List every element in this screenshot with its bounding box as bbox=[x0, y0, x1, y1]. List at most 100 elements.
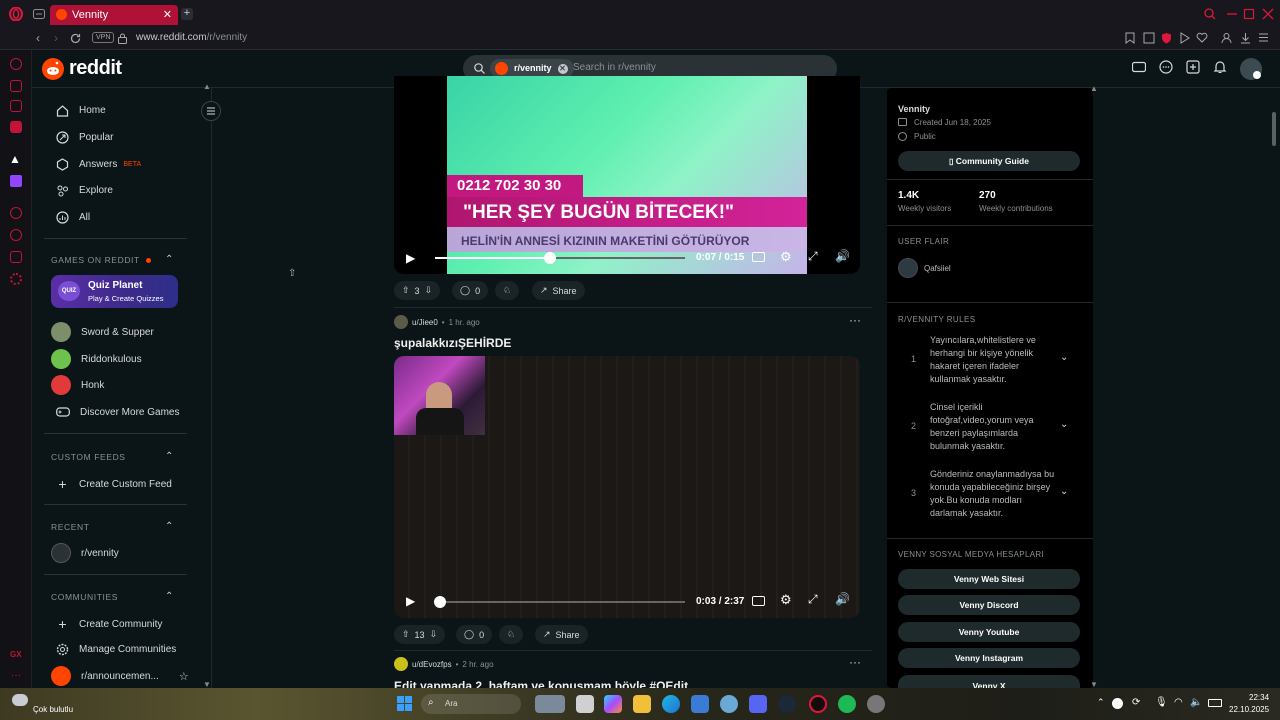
social-link-instagram[interactable]: Venny Instagram bbox=[898, 648, 1080, 668]
volume-icon[interactable]: 🔊 bbox=[835, 592, 850, 606]
more-icon[interactable]: ··· bbox=[11, 670, 21, 681]
post-title[interactable]: şupalakkızıŞEHİRDE bbox=[394, 336, 511, 350]
snapshot-icon[interactable] bbox=[1143, 32, 1155, 44]
other-app-icon[interactable] bbox=[867, 695, 885, 713]
back-icon[interactable]: ‹ bbox=[36, 31, 40, 45]
play-icon[interactable]: ▶ bbox=[406, 251, 415, 265]
chip-clear-icon[interactable]: ✕ bbox=[557, 64, 568, 74]
profile-icon[interactable] bbox=[1221, 32, 1232, 44]
speaker-icon[interactable]: 🔈 bbox=[1190, 697, 1202, 708]
sidebar-item-home[interactable]: Home bbox=[56, 104, 106, 117]
upvote-icon[interactable]: ⇧ bbox=[402, 629, 410, 640]
discord-icon[interactable] bbox=[749, 695, 767, 713]
whatsapp-icon[interactable] bbox=[10, 100, 22, 112]
chevron-down-icon[interactable]: ⌄ bbox=[1060, 352, 1068, 363]
upvote-icon[interactable]: ⇧ bbox=[402, 285, 410, 296]
chevron-up-icon[interactable]: ⌃ bbox=[165, 254, 174, 265]
tray-app-icon[interactable] bbox=[1112, 698, 1123, 709]
widgets-icon[interactable] bbox=[535, 695, 565, 713]
community-announcements[interactable]: r/announcemen... ☆ bbox=[51, 666, 189, 686]
minimize-icon[interactable] bbox=[1226, 8, 1238, 20]
search-tabs-icon[interactable] bbox=[1204, 8, 1216, 20]
downvote-icon[interactable]: ⇩ bbox=[430, 629, 438, 640]
chevron-up-icon[interactable]: ⌃ bbox=[165, 591, 174, 602]
flow-icon[interactable] bbox=[1179, 32, 1190, 44]
social-link-youtube[interactable]: Venny Youtube bbox=[898, 622, 1080, 642]
author-name[interactable]: u/dEvozfps bbox=[412, 660, 452, 669]
gx-icon[interactable]: GX bbox=[10, 650, 22, 659]
settings-icon[interactable] bbox=[10, 273, 22, 285]
post-options-icon[interactable]: ··· bbox=[849, 313, 861, 327]
social-link-x[interactable]: Venny X bbox=[898, 675, 1080, 688]
create-custom-feed[interactable]: + Create Custom Feed bbox=[56, 476, 171, 492]
video-player[interactable]: 0212 702 30 30 "HER ŞEY BUGÜN BİTECEK!" … bbox=[394, 76, 860, 274]
notifications-icon[interactable] bbox=[1213, 60, 1231, 78]
heart-icon[interactable] bbox=[1196, 32, 1208, 43]
aria-icon[interactable] bbox=[10, 58, 22, 70]
shield-icon[interactable] bbox=[1161, 32, 1172, 44]
store-icon[interactable] bbox=[691, 695, 709, 713]
steam-icon[interactable] bbox=[778, 695, 796, 713]
extensions-icon[interactable] bbox=[10, 251, 22, 263]
video-progress-track[interactable] bbox=[434, 596, 685, 608]
quiz-planet-banner[interactable]: QUIZ Quiz Planet Play & Create Quizzes bbox=[51, 275, 178, 308]
history-icon[interactable] bbox=[10, 229, 22, 241]
social-link-website[interactable]: Venny Web Sitesi bbox=[898, 569, 1080, 589]
wifi-icon[interactable]: ◠ bbox=[1174, 697, 1183, 708]
flair-avatar[interactable] bbox=[898, 258, 918, 278]
sidebar-item-answers[interactable]: Answers BETA bbox=[56, 158, 141, 171]
volume-icon[interactable]: 🔊 bbox=[835, 249, 850, 263]
community-guide-button[interactable]: ▯ Community Guide bbox=[898, 151, 1080, 171]
tray-chevron-icon[interactable]: ⌃ bbox=[1097, 697, 1105, 708]
file-explorer-icon[interactable] bbox=[633, 695, 651, 713]
twitch-icon[interactable] bbox=[10, 175, 22, 187]
play-icon[interactable]: ▶ bbox=[406, 594, 415, 608]
windows-start-icon[interactable] bbox=[397, 696, 412, 711]
flair-username[interactable]: Qafsiiel bbox=[924, 264, 951, 273]
tab-island-icon[interactable] bbox=[33, 9, 45, 19]
spotify-icon[interactable] bbox=[838, 695, 856, 713]
chevron-down-icon[interactable]: ⌄ bbox=[1060, 486, 1068, 497]
comments-button[interactable]: ◯ 0 bbox=[452, 281, 489, 300]
tab-close-icon[interactable]: ✕ bbox=[163, 8, 172, 21]
favorite-star-icon[interactable]: ☆ bbox=[179, 670, 189, 683]
video-progress-track[interactable] bbox=[435, 252, 685, 264]
reload-icon[interactable] bbox=[70, 33, 81, 44]
fullscreen-icon[interactable]: ⤢ bbox=[808, 592, 818, 607]
video-progress-knob[interactable] bbox=[544, 252, 556, 264]
edge-icon[interactable] bbox=[662, 695, 680, 713]
award-button[interactable]: ♘ bbox=[495, 281, 520, 300]
maximize-icon[interactable] bbox=[1243, 8, 1255, 20]
recent-header[interactable]: RECENT ⌃ bbox=[51, 521, 173, 532]
battery-icon[interactable] bbox=[1208, 699, 1222, 707]
custom-feeds-header[interactable]: CUSTOM FEEDS ⌃ bbox=[51, 451, 173, 462]
advertise-icon[interactable] bbox=[1131, 60, 1150, 78]
chevron-down-icon[interactable]: ⌄ bbox=[1060, 419, 1068, 430]
award-button[interactable]: ♘ bbox=[499, 625, 524, 644]
opera-logo-icon[interactable] bbox=[9, 7, 23, 21]
author-avatar[interactable] bbox=[394, 315, 408, 329]
microphone-icon[interactable]: 🎙 bbox=[1155, 697, 1168, 708]
social-link-discord[interactable]: Venny Discord bbox=[898, 595, 1080, 615]
clock-time[interactable]: 22:34 bbox=[1249, 693, 1269, 702]
manage-communities[interactable]: Manage Communities bbox=[56, 643, 176, 656]
sidebar-item-popular[interactable]: Popular bbox=[56, 131, 113, 144]
player-icon[interactable] bbox=[10, 207, 22, 219]
create-community[interactable]: + Create Community bbox=[56, 616, 162, 632]
tab-vennity[interactable]: Vennity ✕ bbox=[50, 5, 178, 25]
bookmark-icon[interactable] bbox=[1125, 32, 1135, 44]
captions-icon[interactable] bbox=[752, 252, 765, 262]
chat-icon[interactable] bbox=[1159, 60, 1177, 78]
new-tab-button[interactable]: + bbox=[181, 8, 193, 20]
scroll-up-icon[interactable]: ▲ bbox=[1090, 84, 1098, 93]
games-section-header[interactable]: GAMES ON REDDIT ⌃ bbox=[51, 254, 173, 265]
weather-icon[interactable] bbox=[12, 694, 28, 706]
user-avatar[interactable] bbox=[1240, 58, 1262, 80]
settings-gear-icon[interactable]: ⚙ bbox=[780, 592, 792, 608]
game-riddonkulous[interactable]: Riddonkulous bbox=[51, 349, 142, 369]
comments-button[interactable]: ◯ 0 bbox=[456, 625, 493, 644]
lock-icon[interactable] bbox=[118, 33, 127, 44]
download-icon[interactable] bbox=[1240, 32, 1251, 44]
url-field[interactable]: www.reddit.com/r/vennity bbox=[136, 32, 247, 43]
weather-text[interactable]: Çok bulutlu bbox=[33, 705, 73, 714]
